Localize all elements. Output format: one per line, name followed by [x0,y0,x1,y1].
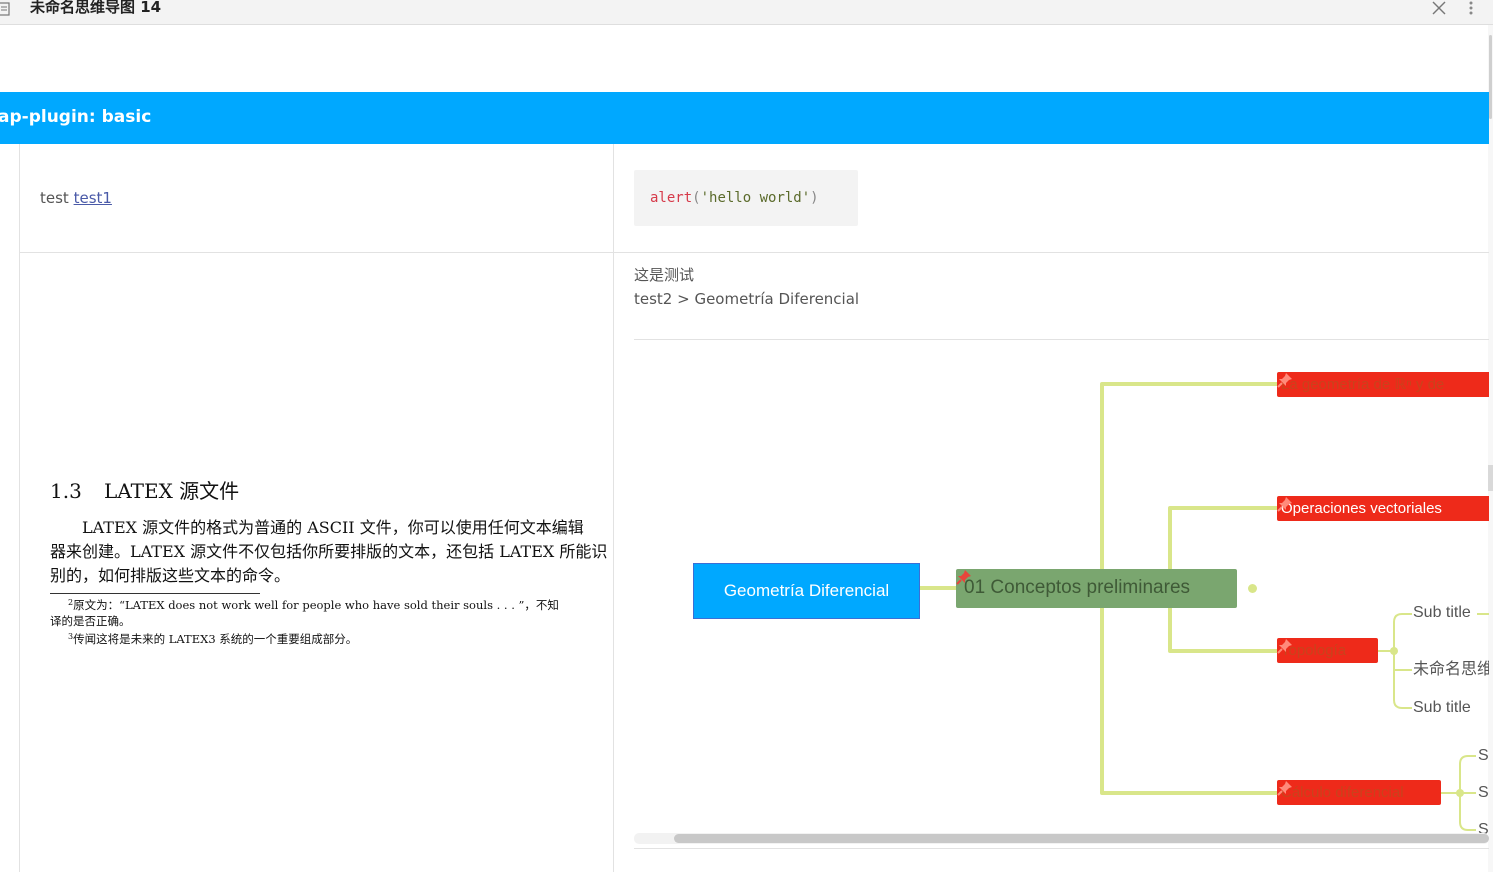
table-border-left [19,144,20,872]
cell-text-test: test test1 [40,188,112,208]
latex-section-number: 1.3 [50,479,82,503]
code-paren-open: ( [692,190,701,206]
mindmap-subnode[interactable]: 未命名思维 [1413,660,1489,680]
section-header: ap-plugin: basic [0,92,1489,144]
latex-paragraph-line: 别的，如何排版这些文本的命令。 [50,566,291,585]
section-header-title: ap-plugin: basic [0,107,152,127]
footnote-line: 译的是否正确。 [50,614,131,628]
latex-section-heading: 1.3 LATEX 源文件 [50,475,239,504]
mindmap-child-node[interactable]: Cálculo diferencial [1277,780,1441,805]
pin-icon [956,570,971,585]
latex-section-title: LATEX 源文件 [104,479,240,503]
more-vertical-icon[interactable] [1463,0,1479,18]
mindmap-main-node[interactable]: 01 Conceptos preliminares [956,569,1237,608]
window-title: 未命名思维导图 14 [30,0,162,16]
latex-footnotes: 2原文为：“LATEX does not work well for peopl… [50,595,580,647]
mindmap-horizontal-scrollbar[interactable] [634,833,1489,844]
close-icon[interactable] [1429,0,1449,18]
expand-dot[interactable] [1456,789,1464,797]
mindmap-child-label: Operaciones vectoriales [1281,500,1442,517]
expand-dot[interactable] [1248,584,1257,593]
mindmap-canvas[interactable]: Geometría Diferencial 01 Conceptos preli… [634,340,1489,834]
pin-icon [1277,639,1292,654]
mindmap-subnode[interactable]: Sub title [1413,603,1471,623]
mindmap-child-label: Cálculo diferencial [1281,784,1404,801]
code-line: alert('hello world') [650,189,819,207]
pin-icon [1277,497,1292,512]
table-column-divider [613,144,614,872]
mindmap-child-label: La geometría de ℝⁿ y de [1281,376,1445,393]
mindmap-subnode[interactable]: S [1478,746,1489,766]
latex-paragraph-line: 器来创建。LATEX 源文件不仅包括你所要排版的文本，还包括 LATEX 所能识 [50,542,608,561]
mindmap-caption: 这是测试 [634,266,695,284]
code-paren-close: ) [810,190,819,206]
mindmap-subnode[interactable]: Sub title [1413,698,1471,718]
latex-paragraph-line: LATEX 源文件的格式为普通的 ASCII 文件，你可以使用任何文本编辑 [82,518,584,537]
mindmap-bottom-divider [634,848,1489,849]
latex-paragraph: LATEX 源文件的格式为普通的 ASCII 文件，你可以使用任何文本编辑 器来… [50,516,608,588]
mindmap-child-node[interactable]: Topología [1277,638,1378,663]
pin-icon [1277,781,1292,796]
mindmap-root-node[interactable]: Geometría Diferencial [693,563,920,619]
footnote-text: 传闻这将是未来的 LATEX3 系统的一个重要组成部分。 [73,632,358,646]
mindmap-subnode[interactable]: S [1478,783,1489,803]
mindmap-scrollbar-thumb[interactable] [674,834,1489,843]
code-function: alert [650,190,693,206]
pin-icon [1277,373,1292,388]
footnote-text: 原文为：“LATEX does not work well for people… [73,598,559,612]
cell-label: test [40,189,74,207]
app-icon [0,2,10,16]
code-block: alert('hello world') [634,170,858,226]
title-bar: 未命名思维导图 14 [0,0,1493,25]
footnote-line: 2原文为：“LATEX does not work well for peopl… [50,595,580,613]
mindmap-main-label: 01 Conceptos preliminares [964,577,1191,598]
vertical-scrollbar-thumb[interactable] [1489,35,1492,119]
mindmap-subnode[interactable]: S [1478,820,1489,834]
mindmap-child-node[interactable]: La geometría de ℝⁿ y de [1277,372,1489,397]
code-string: 'hello world' [700,190,811,206]
test1-link[interactable]: test1 [74,189,112,207]
mindmap-child-node[interactable]: Operaciones vectoriales [1277,496,1489,521]
expand-dot[interactable] [1390,647,1398,655]
footnote-line: 3传闻这将是未来的 LATEX3 系统的一个重要组成部分。 [50,629,580,647]
table-row-divider [19,252,1489,253]
app-window: 未命名思维导图 14 ap-plugin: basic test test1 a… [0,0,1493,872]
mindmap-breadcrumb: test2 > Geometría Diferencial [634,290,860,308]
footnote-rule [50,593,260,594]
